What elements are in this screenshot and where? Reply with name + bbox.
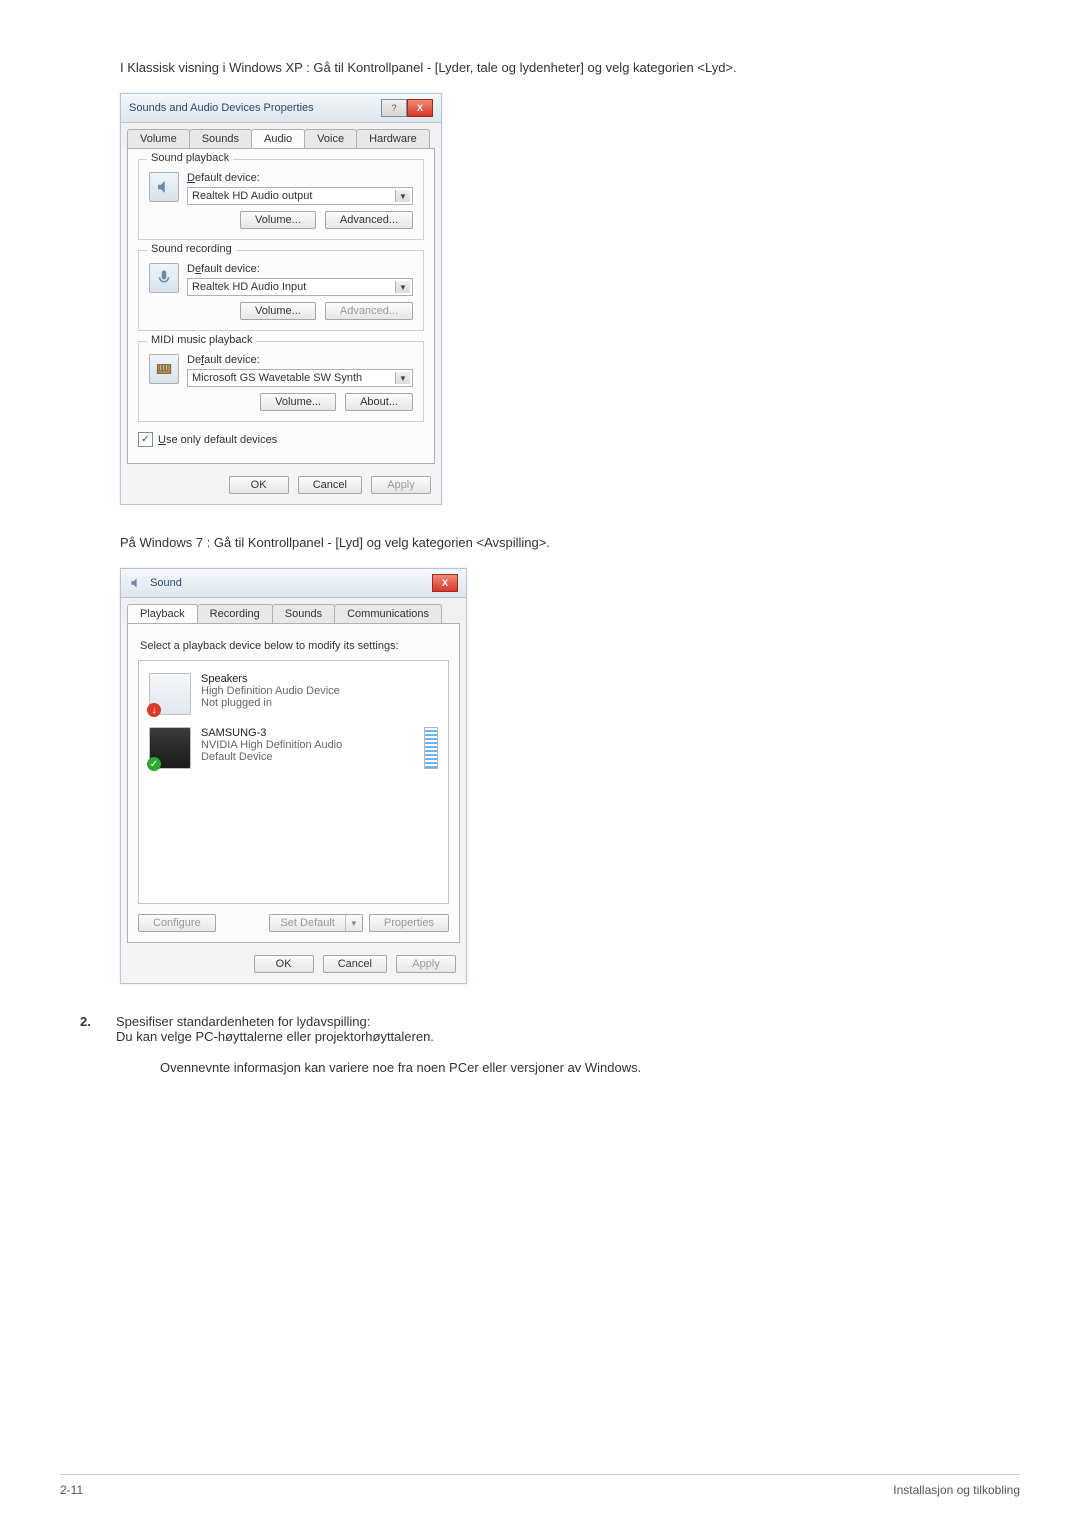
step-line1: Spesifiser standardenheten for lydavspil… [116,1014,1020,1029]
device-line2: NVIDIA High Definition Audio [201,739,342,751]
recording-advanced-button[interactable]: Advanced... [325,302,413,320]
note-text: Ovennevnte informasjon kan variere noe f… [160,1060,1020,1075]
page-number: 2-11 [60,1483,83,1497]
device-item-samsung[interactable]: ✓ SAMSUNG-3 NVIDIA High Definition Audio… [145,721,442,775]
playback-volume-button[interactable]: Volume... [240,211,316,229]
chevron-down-icon: ▼ [395,372,410,384]
group-sound-recording: Sound recording Default device: Realtek … [138,250,424,331]
win7-dialog: Sound X Playback Recording Sounds Commun… [120,568,467,984]
step-2: 2. Spesifiser standardenheten for lydavs… [80,1014,1020,1044]
chevron-down-icon: ▼ [395,190,410,202]
default-badge-icon: ✓ [147,757,161,771]
monitor-icon: ✓ [149,727,191,769]
tab-communications[interactable]: Communications [334,604,442,623]
group-title-recording: Sound recording [147,243,236,255]
configure-button[interactable]: Configure [138,914,216,932]
tab-volume[interactable]: Volume [127,129,190,148]
chevron-down-icon: ▼ [395,281,410,293]
group-title-playback: Sound playback [147,152,233,164]
recording-device-combo[interactable]: Realtek HD Audio Input ▼ [187,278,413,296]
xp-button-bar: OK Cancel Apply [121,470,441,504]
midi-volume-button[interactable]: Volume... [260,393,336,411]
xp-titlebar: Sounds and Audio Devices Properties ? X [121,94,441,123]
cancel-button[interactable]: Cancel [323,955,387,973]
intro-text-xp: I Klassisk visning i Windows XP : Gå til… [120,60,1020,75]
playback-device-value: Realtek HD Audio output [192,190,312,202]
close-button[interactable]: X [407,99,433,117]
tab-playback[interactable]: Playback [127,604,198,623]
device-line2: High Definition Audio Device [201,685,340,697]
apply-button[interactable]: Apply [371,476,431,494]
recording-label: Default device: [187,263,413,275]
default-devices-checkbox-row: ✓ Use only default devices [138,432,424,447]
group-midi-playback: MIDI music playback Default device: Micr… [138,341,424,422]
playback-label: Default device: [187,172,413,184]
instruction-text: Select a playback device below to modify… [140,640,447,652]
xp-tab-body: Sound playback Default device: Realtek H… [127,148,435,464]
sound-icon [129,576,143,590]
device-line3: Not plugged in [201,697,340,709]
midi-icon [149,354,179,384]
set-default-button[interactable]: Set Default ▼ [269,914,362,932]
microphone-icon [149,263,179,293]
unplugged-badge-icon: ↓ [147,703,161,717]
device-list[interactable]: ↓ Speakers High Definition Audio Device … [138,660,449,904]
speaker-icon [149,172,179,202]
volume-meter [424,727,438,769]
xp-dialog: Sounds and Audio Devices Properties ? X … [120,93,442,505]
win7-title-wrap: Sound [129,576,182,590]
device-line3: Default Device [201,751,342,763]
tab-voice[interactable]: Voice [304,129,357,148]
device-name: SAMSUNG-3 [201,727,342,739]
win7-tab-body: Select a playback device below to modify… [127,623,460,943]
playback-label-text: efault device: [195,172,260,184]
tab-audio[interactable]: Audio [251,129,305,148]
recording-volume-button[interactable]: Volume... [240,302,316,320]
default-devices-checkbox[interactable]: ✓ [138,432,153,447]
win7-titlebar: Sound X [121,569,466,598]
cancel-button[interactable]: Cancel [298,476,362,494]
tab-sounds[interactable]: Sounds [189,129,252,148]
device-item-speakers[interactable]: ↓ Speakers High Definition Audio Device … [145,667,442,721]
page-footer: 2-11 Installasjon og tilkobling [60,1474,1020,1497]
win7-button-bar: OK Cancel Apply [121,949,466,983]
ok-button[interactable]: OK [229,476,289,494]
close-button[interactable]: X [432,574,458,592]
section-title: Installasjon og tilkobling [893,1483,1020,1497]
tab-sounds[interactable]: Sounds [272,604,335,623]
xp-title: Sounds and Audio Devices Properties [129,102,314,114]
playback-device-combo[interactable]: Realtek HD Audio output ▼ [187,187,413,205]
device-name: Speakers [201,673,340,685]
group-title-midi: MIDI music playback [147,334,256,346]
tab-recording[interactable]: Recording [197,604,273,623]
properties-button[interactable]: Properties [369,914,449,932]
help-button[interactable]: ? [381,99,407,117]
chevron-down-icon: ▼ [345,915,362,931]
set-default-label: Set Default [270,915,344,931]
win7-title: Sound [150,577,182,589]
win7-tabstrip: Playback Recording Sounds Communications [121,598,466,623]
playback-advanced-button[interactable]: Advanced... [325,211,413,229]
recording-device-value: Realtek HD Audio Input [192,281,306,293]
xp-tabstrip: Volume Sounds Audio Voice Hardware [121,123,441,148]
tab-hardware[interactable]: Hardware [356,129,430,148]
group-sound-playback: Sound playback Default device: Realtek H… [138,159,424,240]
win7-inner-buttons: Configure Set Default ▼ Properties [138,914,449,932]
intro-text-win7: På Windows 7 : Gå til Kontrollpanel - [L… [120,535,1020,550]
default-devices-label: Use only default devices [158,434,277,446]
midi-device-value: Microsoft GS Wavetable SW Synth [192,372,362,384]
midi-label: Default device: [187,354,413,366]
speaker-icon: ↓ [149,673,191,715]
apply-button[interactable]: Apply [396,955,456,973]
step-line2: Du kan velge PC-høyttalerne eller projek… [116,1029,1020,1044]
midi-device-combo[interactable]: Microsoft GS Wavetable SW Synth ▼ [187,369,413,387]
ok-button[interactable]: OK [254,955,314,973]
midi-about-button[interactable]: About... [345,393,413,411]
step-number: 2. [80,1014,108,1044]
